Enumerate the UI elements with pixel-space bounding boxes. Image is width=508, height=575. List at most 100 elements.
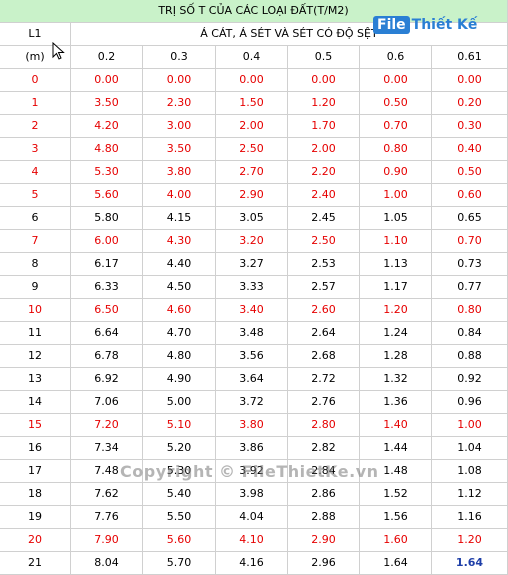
value-cell[interactable]: 1.12 xyxy=(432,483,508,506)
value-cell[interactable]: 3.00 xyxy=(143,115,216,138)
value-cell[interactable]: 3.50 xyxy=(143,138,216,161)
value-cell[interactable]: 3.72 xyxy=(216,391,288,414)
row-depth-cell[interactable]: 9 xyxy=(0,276,71,299)
value-cell[interactable]: 0.00 xyxy=(71,69,143,92)
value-cell[interactable]: 2.50 xyxy=(288,230,360,253)
value-cell[interactable]: 7.76 xyxy=(71,506,143,529)
value-cell[interactable]: 0.77 xyxy=(432,276,508,299)
value-cell[interactable]: 2.45 xyxy=(288,207,360,230)
value-cell[interactable]: 0.00 xyxy=(432,69,508,92)
value-cell[interactable]: 4.80 xyxy=(143,345,216,368)
column-header-3[interactable]: 0.5 xyxy=(288,46,360,69)
row-depth-cell[interactable]: 6 xyxy=(0,207,71,230)
value-cell[interactable]: 3.80 xyxy=(216,414,288,437)
value-cell[interactable]: 1.17 xyxy=(360,276,432,299)
value-cell[interactable]: 0.00 xyxy=(360,69,432,92)
value-cell[interactable]: 3.86 xyxy=(216,437,288,460)
value-cell[interactable]: 7.20 xyxy=(71,414,143,437)
value-cell[interactable]: 1.00 xyxy=(432,414,508,437)
row-depth-cell[interactable]: 11 xyxy=(0,322,71,345)
value-cell[interactable]: 3.27 xyxy=(216,253,288,276)
value-cell[interactable]: 5.50 xyxy=(143,506,216,529)
value-cell[interactable]: 2.68 xyxy=(288,345,360,368)
value-cell[interactable]: 6.92 xyxy=(71,368,143,391)
value-cell[interactable]: 5.80 xyxy=(71,207,143,230)
value-cell[interactable]: 0.40 xyxy=(432,138,508,161)
row-depth-cell[interactable]: 19 xyxy=(0,506,71,529)
row-depth-cell[interactable]: 16 xyxy=(0,437,71,460)
value-cell[interactable]: 6.64 xyxy=(71,322,143,345)
value-cell[interactable]: 2.88 xyxy=(288,506,360,529)
value-cell[interactable]: 1.20 xyxy=(288,92,360,115)
value-cell[interactable]: 4.80 xyxy=(71,138,143,161)
row-depth-cell[interactable]: 8 xyxy=(0,253,71,276)
value-cell[interactable]: 7.06 xyxy=(71,391,143,414)
value-cell[interactable]: 6.33 xyxy=(71,276,143,299)
row-depth-cell[interactable]: 5 xyxy=(0,184,71,207)
value-cell[interactable]: 1.44 xyxy=(360,437,432,460)
value-cell[interactable]: 1.20 xyxy=(360,299,432,322)
value-cell[interactable]: 1.20 xyxy=(432,529,508,552)
value-cell[interactable]: 2.90 xyxy=(288,529,360,552)
value-cell[interactable]: 3.80 xyxy=(143,161,216,184)
value-cell[interactable]: 7.34 xyxy=(71,437,143,460)
value-cell[interactable]: 4.90 xyxy=(143,368,216,391)
row-depth-cell[interactable]: 17 xyxy=(0,460,71,483)
value-cell[interactable]: 2.80 xyxy=(288,414,360,437)
row-depth-cell[interactable]: 4 xyxy=(0,161,71,184)
value-cell[interactable]: 1.24 xyxy=(360,322,432,345)
value-cell[interactable]: 0.70 xyxy=(360,115,432,138)
row-depth-cell[interactable]: 2 xyxy=(0,115,71,138)
row-depth-cell[interactable]: 3 xyxy=(0,138,71,161)
row-depth-cell[interactable]: 12 xyxy=(0,345,71,368)
value-cell[interactable]: 0.00 xyxy=(216,69,288,92)
value-cell[interactable]: 4.15 xyxy=(143,207,216,230)
value-cell[interactable]: 1.10 xyxy=(360,230,432,253)
value-cell[interactable]: 4.10 xyxy=(216,529,288,552)
value-cell[interactable]: 2.20 xyxy=(288,161,360,184)
value-cell[interactable]: 5.10 xyxy=(143,414,216,437)
row-depth-cell[interactable]: 15 xyxy=(0,414,71,437)
value-cell[interactable]: 2.82 xyxy=(288,437,360,460)
value-cell[interactable]: 1.52 xyxy=(360,483,432,506)
row-depth-cell[interactable]: 21 xyxy=(0,552,71,575)
row-depth-cell[interactable]: 7 xyxy=(0,230,71,253)
value-cell[interactable]: 0.00 xyxy=(288,69,360,92)
value-cell[interactable]: 2.96 xyxy=(288,552,360,575)
value-cell[interactable]: 1.28 xyxy=(360,345,432,368)
value-cell[interactable]: 0.50 xyxy=(360,92,432,115)
value-cell[interactable]: 1.56 xyxy=(360,506,432,529)
value-cell[interactable]: 4.60 xyxy=(143,299,216,322)
value-cell[interactable]: 1.60 xyxy=(360,529,432,552)
column-header-5[interactable]: 0.61 xyxy=(432,46,508,69)
value-cell[interactable]: 0.65 xyxy=(432,207,508,230)
value-cell[interactable]: 0.00 xyxy=(143,69,216,92)
value-cell[interactable]: 3.50 xyxy=(71,92,143,115)
value-cell[interactable]: 1.13 xyxy=(360,253,432,276)
value-cell[interactable]: 7.62 xyxy=(71,483,143,506)
value-cell[interactable]: 3.48 xyxy=(216,322,288,345)
value-cell[interactable]: 0.73 xyxy=(432,253,508,276)
row-depth-cell[interactable]: 20 xyxy=(0,529,71,552)
row-depth-cell[interactable]: 14 xyxy=(0,391,71,414)
value-cell[interactable]: 1.64 xyxy=(432,552,508,575)
value-cell[interactable]: 0.60 xyxy=(432,184,508,207)
column-header-1[interactable]: 0.3 xyxy=(143,46,216,69)
value-cell[interactable]: 5.60 xyxy=(71,184,143,207)
row-depth-cell[interactable]: 10 xyxy=(0,299,71,322)
value-cell[interactable]: 2.64 xyxy=(288,322,360,345)
value-cell[interactable]: 2.00 xyxy=(288,138,360,161)
value-cell[interactable]: 2.53 xyxy=(288,253,360,276)
value-cell[interactable]: 8.04 xyxy=(71,552,143,575)
value-cell[interactable]: 1.16 xyxy=(432,506,508,529)
value-cell[interactable]: 4.40 xyxy=(143,253,216,276)
value-cell[interactable]: 1.70 xyxy=(288,115,360,138)
value-cell[interactable]: 2.70 xyxy=(216,161,288,184)
value-cell[interactable]: 2.30 xyxy=(143,92,216,115)
value-cell[interactable]: 0.88 xyxy=(432,345,508,368)
value-cell[interactable]: 6.50 xyxy=(71,299,143,322)
row-depth-cell[interactable]: 1 xyxy=(0,92,71,115)
value-cell[interactable]: 1.36 xyxy=(360,391,432,414)
value-cell[interactable]: 3.56 xyxy=(216,345,288,368)
value-cell[interactable]: 0.96 xyxy=(432,391,508,414)
